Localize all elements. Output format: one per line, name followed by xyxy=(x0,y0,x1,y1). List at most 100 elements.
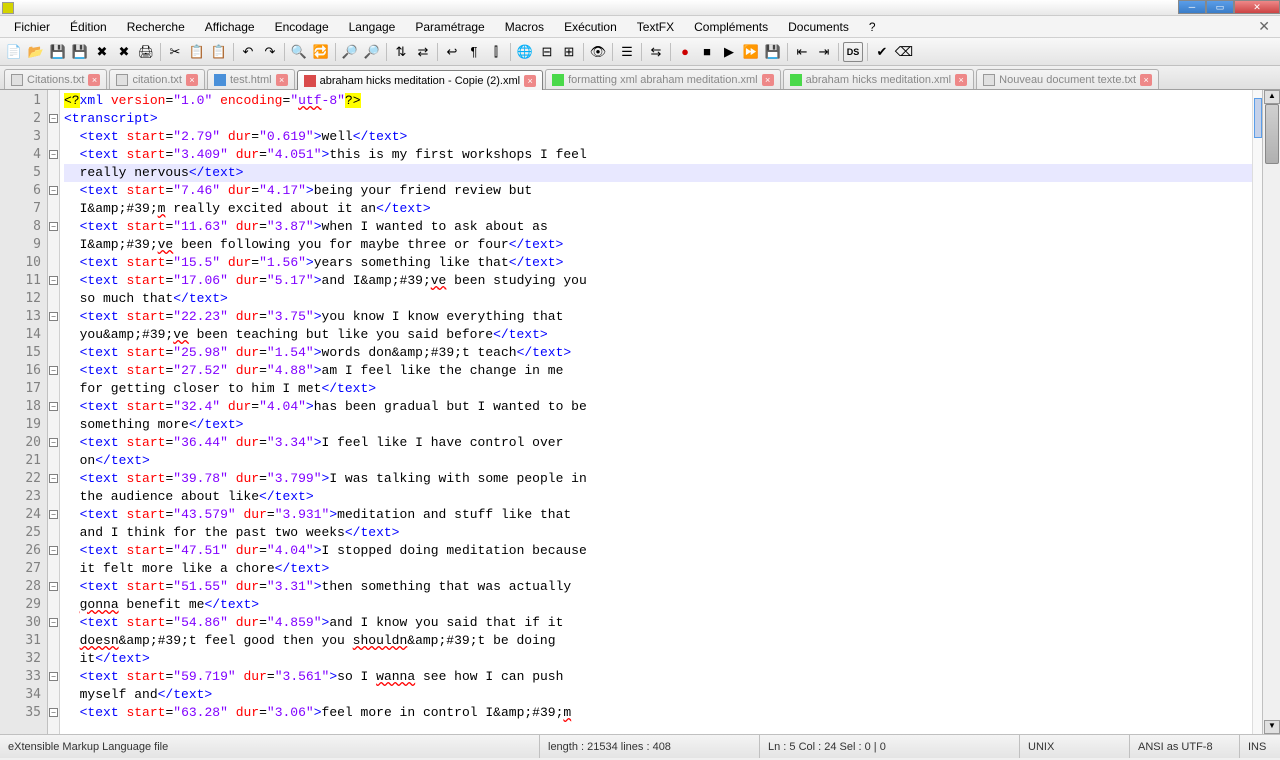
find-icon[interactable]: 🔍 xyxy=(289,42,309,62)
menu-?[interactable]: ? xyxy=(859,17,886,37)
code-line[interactable]: I&amp;#39;m really excited about it an</… xyxy=(64,200,1252,218)
menu-fichier[interactable]: Fichier xyxy=(4,17,60,37)
lang-icon[interactable]: 🌐 xyxy=(515,42,535,62)
cut-icon[interactable]: ✂ xyxy=(165,42,185,62)
code-line[interactable]: it</text> xyxy=(64,650,1252,668)
code-line[interactable]: <text start="32.4" dur="4.04">has been g… xyxy=(64,398,1252,416)
code-line[interactable]: <?xml version="1.0" encoding="utf-8"?> xyxy=(64,92,1252,110)
tab-nouveau-document-texte-txt[interactable]: Nouveau document texte.txt× xyxy=(976,69,1159,89)
zoom-in-icon[interactable]: 🔎 xyxy=(340,42,360,62)
code-line[interactable]: <text start="59.719" dur="3.561">so I wa… xyxy=(64,668,1252,686)
unfold-icon[interactable]: ⊞ xyxy=(559,42,579,62)
menu-affichage[interactable]: Affichage xyxy=(195,17,265,37)
code-line[interactable]: I&amp;#39;ve been following you for mayb… xyxy=(64,236,1252,254)
menu-exécution[interactable]: Exécution xyxy=(554,17,627,37)
menu-documents[interactable]: Documents xyxy=(778,17,859,37)
code-line[interactable]: <text start="63.28" dur="3.06">feel more… xyxy=(64,704,1252,722)
code-line[interactable]: <text start="25.98" dur="1.54">words don… xyxy=(64,344,1252,362)
wrap-icon[interactable]: ↩ xyxy=(442,42,462,62)
undo-icon[interactable]: ↶ xyxy=(238,42,258,62)
tab-abraham-hicks-meditation-xml[interactable]: abraham hicks meditation.xml× xyxy=(783,69,975,89)
tab-close-icon[interactable]: × xyxy=(1140,74,1152,86)
stop-macro-icon[interactable]: ■ xyxy=(697,42,717,62)
code-line[interactable]: something more</text> xyxy=(64,416,1252,434)
hide-lines-icon[interactable]: 👁 xyxy=(588,42,608,62)
code-line[interactable]: the audience about like</text> xyxy=(64,488,1252,506)
abc-icon[interactable]: ✔ xyxy=(872,42,892,62)
zoom-out-icon[interactable]: 🔎 xyxy=(362,42,382,62)
menu-encodage[interactable]: Encodage xyxy=(265,17,339,37)
code-line[interactable]: and I think for the past two weeks</text… xyxy=(64,524,1252,542)
vertical-scrollbar[interactable]: ▲ ▼ xyxy=(1262,90,1280,734)
code-line[interactable]: <text start="27.52" dur="4.88">am I feel… xyxy=(64,362,1252,380)
maximize-button[interactable]: ▭ xyxy=(1206,0,1234,14)
code-line[interactable]: <text start="3.409" dur="4.051">this is … xyxy=(64,146,1252,164)
save-all-icon[interactable]: 💾 xyxy=(70,42,90,62)
scroll-up-button[interactable]: ▲ xyxy=(1264,90,1280,104)
code-area[interactable]: <?xml version="1.0" encoding="utf-8"?><t… xyxy=(60,90,1252,734)
code-line[interactable]: <text start="17.06" dur="5.17">and I&amp… xyxy=(64,272,1252,290)
code-line[interactable]: on</text> xyxy=(64,452,1252,470)
code-line[interactable]: myself and</text> xyxy=(64,686,1252,704)
code-line[interactable]: it felt more like a chore</text> xyxy=(64,560,1252,578)
code-line[interactable]: gonna benefit me</text> xyxy=(64,596,1252,614)
sync-h-icon[interactable]: ⇄ xyxy=(413,42,433,62)
fold-icon[interactable]: ⊟ xyxy=(537,42,557,62)
close-button[interactable]: ✕ xyxy=(1234,0,1280,14)
code-line[interactable]: <text start="2.79" dur="0.619">well</tex… xyxy=(64,128,1252,146)
code-line[interactable]: <text start="36.44" dur="3.34">I feel li… xyxy=(64,434,1252,452)
open-file-icon[interactable]: 📂 xyxy=(26,42,46,62)
tab-close-icon[interactable]: × xyxy=(524,75,536,87)
code-line[interactable]: <text start="47.51" dur="4.04">I stopped… xyxy=(64,542,1252,560)
new-file-icon[interactable]: 📄 xyxy=(4,42,24,62)
code-line[interactable]: <text start="7.46" dur="4.17">being your… xyxy=(64,182,1252,200)
minimize-button[interactable]: ─ xyxy=(1178,0,1206,14)
tab-close-icon[interactable]: × xyxy=(276,74,288,86)
code-line[interactable]: doesn&amp;#39;t feel good then you shoul… xyxy=(64,632,1252,650)
code-line[interactable]: <text start="39.78" dur="3.799">I was ta… xyxy=(64,470,1252,488)
play-macro-icon[interactable]: ▶ xyxy=(719,42,739,62)
tab-abraham-hicks-meditation-copie-2-xml[interactable]: abraham hicks meditation - Copie (2).xml… xyxy=(297,70,544,90)
redo-icon[interactable]: ↷ xyxy=(260,42,280,62)
eraser-icon[interactable]: ⌫ xyxy=(894,42,914,62)
print-icon[interactable]: 🖨 xyxy=(136,42,156,62)
code-line[interactable]: so much that</text> xyxy=(64,290,1252,308)
tab-close-icon[interactable]: × xyxy=(762,74,774,86)
tab-citation-txt[interactable]: citation.txt× xyxy=(109,69,205,89)
scroll-thumb[interactable] xyxy=(1265,104,1279,164)
tab-close-icon[interactable]: × xyxy=(186,74,198,86)
dspell-icon[interactable]: DS xyxy=(843,42,863,62)
toggle-2-icon[interactable]: ⇥ xyxy=(814,42,834,62)
code-line[interactable]: <text start="54.86" dur="4.859">and I kn… xyxy=(64,614,1252,632)
code-line[interactable]: <text start="15.5" dur="1.56">years some… xyxy=(64,254,1252,272)
sync-v-icon[interactable]: ⇅ xyxy=(391,42,411,62)
save-macro-icon[interactable]: 💾 xyxy=(763,42,783,62)
menu-recherche[interactable]: Recherche xyxy=(117,17,195,37)
toggle-1-icon[interactable]: ⇤ xyxy=(792,42,812,62)
replace-icon[interactable]: 🔁 xyxy=(311,42,331,62)
code-line[interactable]: <text start="43.579" dur="3.931">meditat… xyxy=(64,506,1252,524)
tab-close-icon[interactable]: × xyxy=(955,74,967,86)
menu-édition[interactable]: Édition xyxy=(60,17,117,37)
paste-icon[interactable]: 📋 xyxy=(209,42,229,62)
show-all-icon[interactable]: ¶ xyxy=(464,42,484,62)
menu-compléments[interactable]: Compléments xyxy=(684,17,778,37)
minimap[interactable] xyxy=(1252,90,1262,734)
tab-formatting-xml-abraham-meditation-xml[interactable]: formatting xml abraham meditation.xml× xyxy=(545,69,781,89)
tab-citations-txt[interactable]: Citations.txt× xyxy=(4,69,107,89)
code-line[interactable]: <text start="51.55" dur="3.31">then some… xyxy=(64,578,1252,596)
minimap-viewport[interactable] xyxy=(1254,98,1262,138)
play-multi-icon[interactable]: ⏩ xyxy=(741,42,761,62)
menubar-close-icon[interactable]: ✕ xyxy=(1252,18,1276,35)
record-macro-icon[interactable]: ● xyxy=(675,42,695,62)
menu-langage[interactable]: Langage xyxy=(339,17,406,37)
close-all-icon[interactable]: ✖ xyxy=(114,42,134,62)
func-list-icon[interactable]: ☰ xyxy=(617,42,637,62)
indent-guide-icon[interactable]: ⫿ xyxy=(486,42,506,62)
tab-test-html[interactable]: test.html× xyxy=(207,69,295,89)
fold-column[interactable]: − − − − − − − − − − − − − − − − xyxy=(48,90,60,734)
copy-icon[interactable]: 📋 xyxy=(187,42,207,62)
close-icon[interactable]: ✖ xyxy=(92,42,112,62)
compare-icon[interactable]: ⇆ xyxy=(646,42,666,62)
code-line[interactable]: <transcript> xyxy=(64,110,1252,128)
